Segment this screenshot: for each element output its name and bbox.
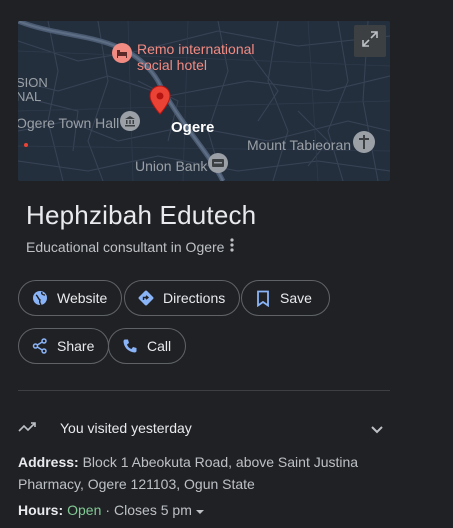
- more-vert-icon[interactable]: [230, 238, 235, 255]
- directions-button[interactable]: Directions: [124, 280, 241, 316]
- save-button[interactable]: Save: [241, 280, 330, 316]
- hours-label: Hours:: [18, 502, 64, 518]
- town-label[interactable]: Ogere: [171, 120, 214, 136]
- save-label: Save: [280, 290, 312, 306]
- address-row: Address: Block 1 Abeokuta Road, above Sa…: [18, 451, 378, 495]
- cross-icon[interactable]: [353, 131, 375, 153]
- expand-icon: [361, 30, 379, 53]
- share-icon: [31, 337, 49, 355]
- town-hall-label[interactable]: Ogere Town Hall: [18, 115, 119, 131]
- bookmark-icon: [254, 289, 272, 307]
- place-name: Hephzibah Edutech: [26, 200, 257, 230]
- hours-separator: ·: [105, 502, 111, 518]
- hours-closes: Closes 5 pm: [114, 502, 192, 518]
- bank-icon[interactable]: [208, 153, 228, 173]
- globe-icon: [31, 289, 49, 307]
- location-pin-icon[interactable]: [148, 85, 172, 122]
- hours-row[interactable]: Hours: Open · Closes 5 pm: [18, 502, 205, 518]
- place-category-row: Educational consultant in Ogere: [26, 238, 235, 255]
- divider: [18, 390, 390, 391]
- phone-icon: [121, 337, 139, 355]
- share-label: Share: [57, 338, 95, 354]
- bank-label[interactable]: Union Bank: [135, 158, 207, 174]
- visited-label: You visited yesterday: [60, 420, 192, 436]
- bed-icon[interactable]: [112, 43, 132, 63]
- directions-icon: [137, 289, 155, 307]
- chevron-down-icon[interactable]: [370, 422, 384, 438]
- address-label: Address:: [18, 454, 79, 470]
- call-label: Call: [147, 338, 172, 354]
- share-button[interactable]: Share: [18, 328, 110, 364]
- trend-icon: [18, 420, 38, 437]
- hours-status: Open: [67, 502, 102, 518]
- expand-map-button[interactable]: [354, 25, 386, 57]
- museum-icon[interactable]: [120, 111, 140, 131]
- caret-down-icon[interactable]: [195, 502, 205, 518]
- website-button[interactable]: Website: [18, 280, 123, 316]
- directions-label: Directions: [163, 290, 226, 306]
- hotel-label[interactable]: Remo international social hotel: [137, 41, 255, 73]
- visited-row[interactable]: You visited yesterday: [18, 418, 390, 438]
- website-label: Website: [57, 290, 108, 306]
- place-category: Educational consultant in Ogere: [26, 238, 225, 255]
- mount-label[interactable]: Mount Tabieoran: [247, 137, 351, 153]
- sion-label: SION NAL: [18, 75, 48, 104]
- map-preview[interactable]: Remo international social hotel SION NAL…: [18, 21, 390, 181]
- call-button[interactable]: Call: [108, 328, 187, 364]
